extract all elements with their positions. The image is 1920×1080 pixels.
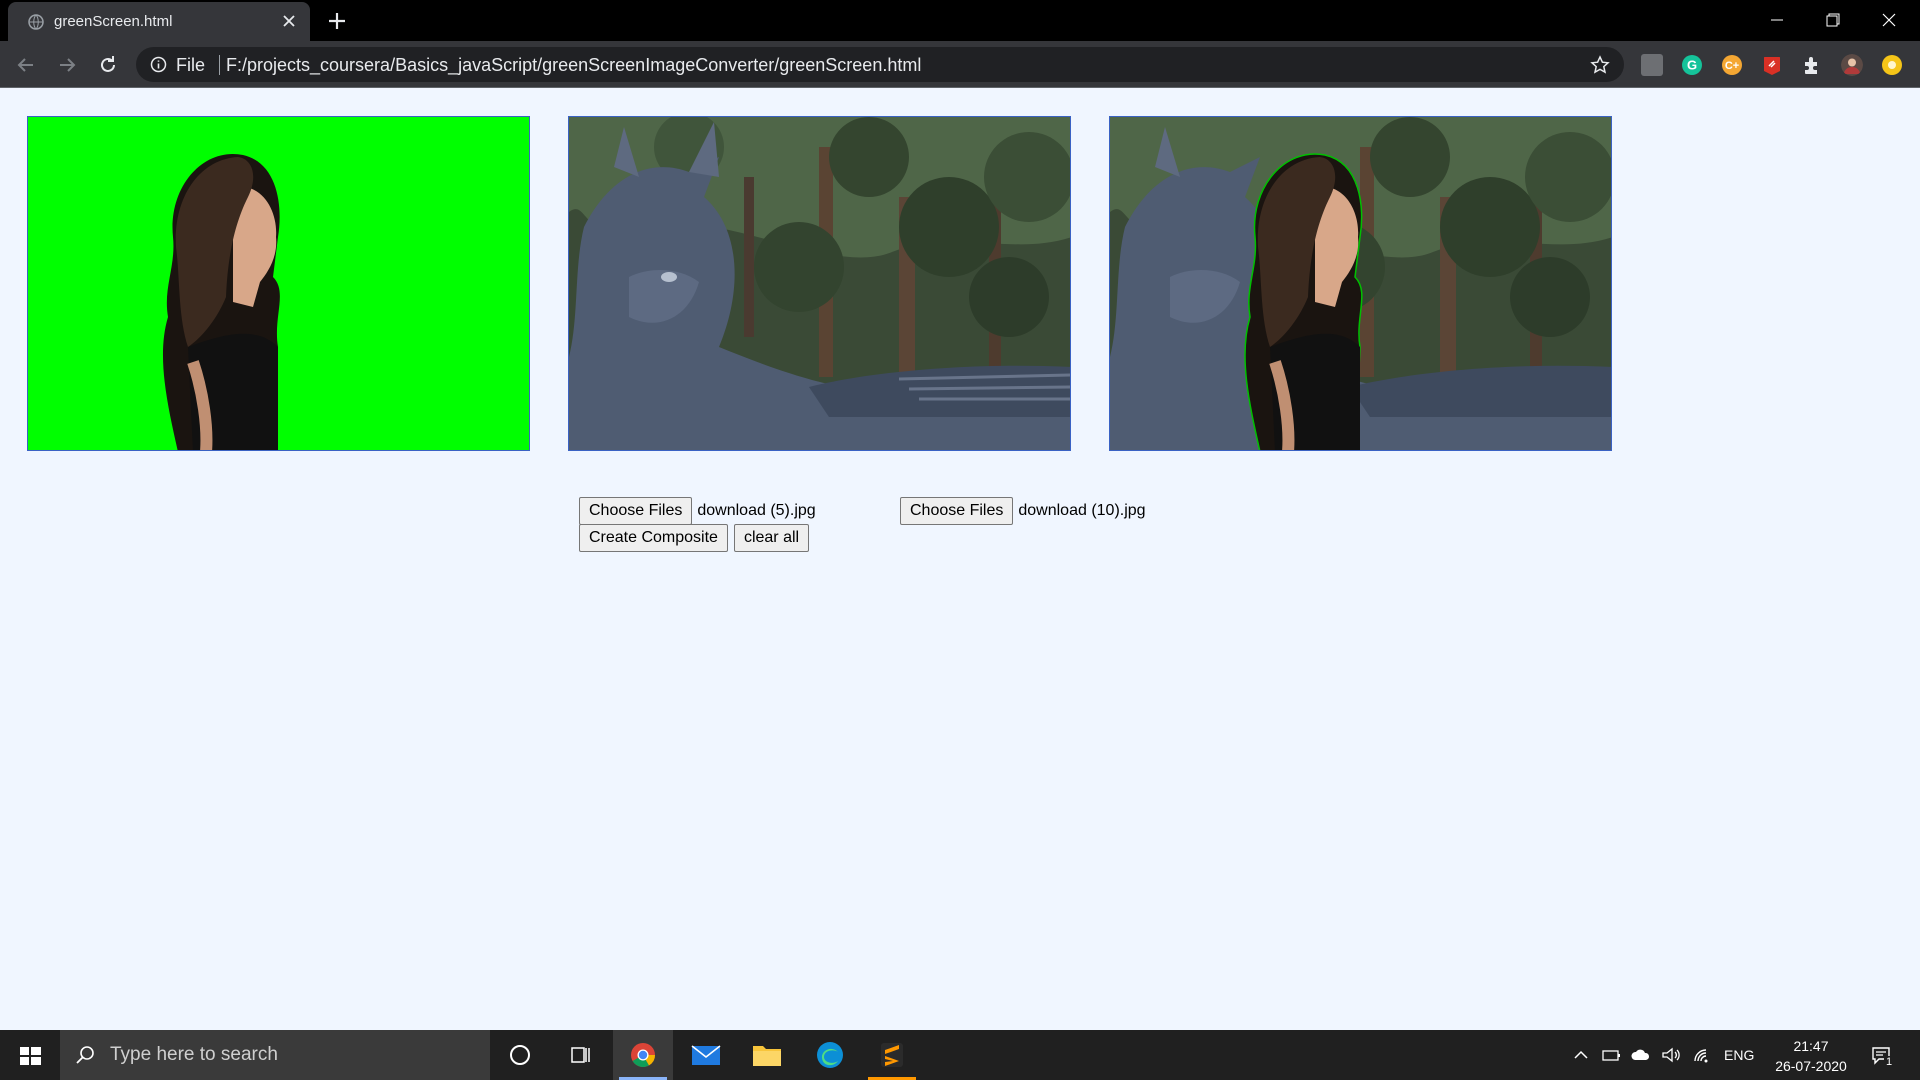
extension-red-icon[interactable] [1761,54,1783,76]
chevron-up-icon[interactable] [1570,1044,1592,1066]
svg-text:C+: C+ [1725,60,1739,72]
composite-image [1110,117,1611,450]
close-tab-icon[interactable] [280,12,298,30]
url-separator [219,55,220,75]
grammarly-icon[interactable]: G [1681,54,1703,76]
back-arrow-icon[interactable] [14,53,38,77]
volume-icon[interactable] [1660,1044,1682,1066]
new-tab-icon[interactable] [326,10,348,32]
search-icon [76,1046,94,1064]
window-close-icon[interactable] [1866,6,1912,34]
girl-overlay [1244,153,1363,450]
extensions-puzzle-icon[interactable] [1801,54,1823,76]
battery-icon[interactable] [1600,1044,1622,1066]
foreground-file-name: download (5).jpg [697,502,816,519]
taskbar-chrome[interactable] [613,1030,673,1080]
search-placeholder: Type here to search [110,1044,278,1065]
taskbar-clock[interactable]: 21:47 26-07-2020 [1766,1036,1856,1076]
forward-arrow-icon[interactable] [55,53,79,77]
notification-count-badge: 1 [1884,1056,1895,1068]
clock-date: 26-07-2020 [1775,1058,1847,1074]
windows-start-icon[interactable] [0,1030,60,1080]
extension-yellow-icon[interactable] [1881,54,1903,76]
file-explorer-icon[interactable] [737,1030,797,1080]
reload-icon[interactable] [96,53,120,77]
profile-avatar-icon[interactable] [1841,54,1863,76]
task-view-icon[interactable] [550,1030,610,1080]
onedrive-cloud-icon[interactable] [1630,1044,1652,1066]
extension-square-icon[interactable] [1641,54,1663,76]
foreground-file-input: Choose Files download (5).jpg [579,497,816,525]
language-indicator[interactable]: ENG [1724,1047,1754,1063]
action-buttons: Create Composite clear all [579,524,810,552]
mail-icon[interactable] [676,1030,736,1080]
address-bar[interactable]: File F:/projects_coursera/Basics_javaScr… [136,47,1624,82]
foreground-canvas [27,116,530,451]
browser-tab-strip: greenScreen.html [0,0,1920,41]
dragon-forest-image [569,117,1070,450]
info-icon[interactable] [150,56,167,73]
background-canvas [568,116,1071,451]
wifi-icon[interactable] [1691,1044,1713,1066]
minimize-icon[interactable] [1754,6,1800,34]
browser-toolbar: File F:/projects_coursera/Basics_javaScr… [0,41,1920,88]
cortana-icon[interactable] [490,1030,550,1080]
sublime-text-icon [881,1043,903,1067]
tab-title: greenScreen.html [54,13,173,30]
restore-icon[interactable] [1810,6,1856,34]
browser-tab[interactable]: greenScreen.html [8,2,310,41]
extension-coin-icon[interactable]: C+ [1721,54,1743,76]
globe-icon [28,14,44,30]
taskbar-sublime[interactable] [862,1030,922,1080]
page-content: Choose Files download (5).jpg Choose Fil… [0,88,1920,1030]
clear-all-button[interactable]: clear all [733,524,810,552]
bookmark-star-icon[interactable] [1590,55,1610,75]
background-file-input: Choose Files download (10).jpg [900,497,1146,525]
create-composite-button[interactable]: Create Composite [579,524,728,552]
green-screen-image [28,117,529,450]
url-text[interactable]: F:/projects_coursera/Basics_javaScript/g… [226,55,921,76]
svg-text:G: G [1687,58,1697,73]
edge-icon[interactable] [800,1030,860,1080]
clock-time: 21:47 [1793,1038,1829,1054]
choose-background-button[interactable]: Choose Files [900,497,1014,525]
chrome-icon [631,1043,655,1068]
choose-foreground-button[interactable]: Choose Files [579,497,693,525]
background-file-name: download (10).jpg [1018,502,1146,519]
taskbar-search-box[interactable]: Type here to search [60,1030,490,1080]
url-scheme-label: File [176,55,206,75]
composite-canvas [1109,116,1612,451]
windows-taskbar: Type here to search ENG 21:47 26-07-2020… [0,1030,1920,1080]
